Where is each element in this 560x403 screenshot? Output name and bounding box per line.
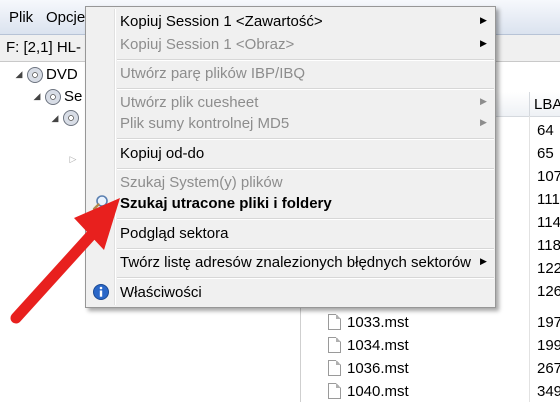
menu-separator (117, 168, 494, 170)
file-lba: 65 (537, 145, 554, 162)
file-lba: 64 (537, 122, 554, 139)
file-name: 1033.mst (347, 314, 409, 331)
submenu-arrow-icon: ▶ (480, 117, 487, 127)
menu-item-md5-checksum[interactable]: Plik sumy kontrolnej MD5 (120, 115, 289, 132)
tree-node-track[interactable]: ◢ (50, 110, 82, 126)
column-separator[interactable] (529, 92, 530, 116)
tree-node-label: Se (64, 88, 83, 105)
file-row[interactable]: 1034.mst 199 (301, 334, 560, 357)
file-lba: 126 (537, 283, 560, 300)
menu-gutter-highlight (115, 9, 116, 305)
file-icon (328, 360, 341, 376)
path-text: F: [2,1] HL- (6, 39, 82, 56)
tree-node-folder[interactable]: ▷ (68, 154, 81, 165)
expand-arrow-icon[interactable]: ◢ (32, 91, 42, 102)
file-lba: 349 (537, 383, 560, 400)
info-icon (93, 284, 109, 300)
file-lba: 118 (537, 237, 560, 254)
expand-arrow-icon[interactable]: ◢ (14, 69, 24, 80)
tree-node-dvd[interactable]: ◢ DVD (14, 66, 78, 83)
menu-plik[interactable]: Plik (9, 9, 33, 26)
menu-item-sector-preview[interactable]: Podgląd sektora (120, 225, 228, 242)
file-lba: 107 (537, 168, 560, 185)
tree-node-label: DVD (46, 66, 78, 83)
submenu-arrow-icon: ▶ (480, 96, 487, 106)
file-lba: 199 (537, 337, 560, 354)
file-name: 1034.mst (347, 337, 409, 354)
menu-item-copy-session-image[interactable]: Kopiuj Session 1 <Obraz> (120, 36, 294, 53)
menu-separator (117, 277, 494, 279)
file-name: 1036.mst (347, 360, 409, 377)
file-lba: 267 (537, 360, 560, 377)
file-icon (328, 314, 341, 330)
file-row[interactable]: 1036.mst 267 (301, 357, 560, 380)
menu-separator (117, 218, 494, 220)
disc-icon (27, 66, 43, 83)
file-icon (328, 383, 341, 399)
menu-item-copy-from-to[interactable]: Kopiuj od-do (120, 145, 204, 162)
session-icon (45, 88, 61, 105)
menu-separator (117, 138, 494, 140)
file-row[interactable]: 1040.mst 349 (301, 380, 560, 403)
submenu-arrow-icon: ▶ (480, 256, 487, 266)
menu-item-copy-session-content[interactable]: Kopiuj Session 1 <Zawartość> (120, 13, 323, 30)
expand-arrow-icon[interactable]: ◢ (50, 113, 60, 124)
menu-item-create-ibp-ibq[interactable]: Utwórz parę plików IBP/IBQ (120, 65, 305, 82)
track-icon (63, 110, 79, 126)
file-lba: 111 (537, 191, 560, 208)
file-lba: 114 (537, 214, 560, 231)
menu-item-properties[interactable]: Właściwości (120, 284, 202, 301)
magnifier-icon (92, 195, 108, 211)
file-icon (328, 337, 341, 353)
lba-column-header[interactable]: LBA (534, 96, 560, 113)
menu-item-bad-sector-list[interactable]: Twórz listę adresów znalezionych błędnyc… (120, 254, 471, 271)
submenu-arrow-icon: ▶ (480, 38, 487, 48)
menu-item-search-filesystems[interactable]: Szukaj System(y) plików (120, 174, 283, 191)
menu-separator (117, 248, 494, 250)
collapsed-arrow-icon[interactable]: ▷ (68, 154, 78, 165)
file-name: 1040.mst (347, 383, 409, 400)
file-lba: 122 (537, 260, 560, 277)
file-row[interactable]: 1033.mst 197 (301, 311, 560, 334)
menu-item-search-lost-files[interactable]: Szukaj utracone pliki i foldery (120, 195, 332, 212)
menu-opcje[interactable]: Opcje (46, 9, 85, 26)
menu-item-create-cuesheet[interactable]: Utwórz plik cuesheet (120, 94, 258, 111)
submenu-arrow-icon: ▶ (480, 15, 487, 25)
file-lba: 197 (537, 314, 560, 331)
menu-separator (117, 59, 494, 61)
tree-node-session[interactable]: ◢ Se (32, 88, 83, 105)
menu-separator (117, 88, 494, 90)
context-menu: Kopiuj Session 1 <Zawartość> ▶ Kopiuj Se… (85, 6, 496, 308)
